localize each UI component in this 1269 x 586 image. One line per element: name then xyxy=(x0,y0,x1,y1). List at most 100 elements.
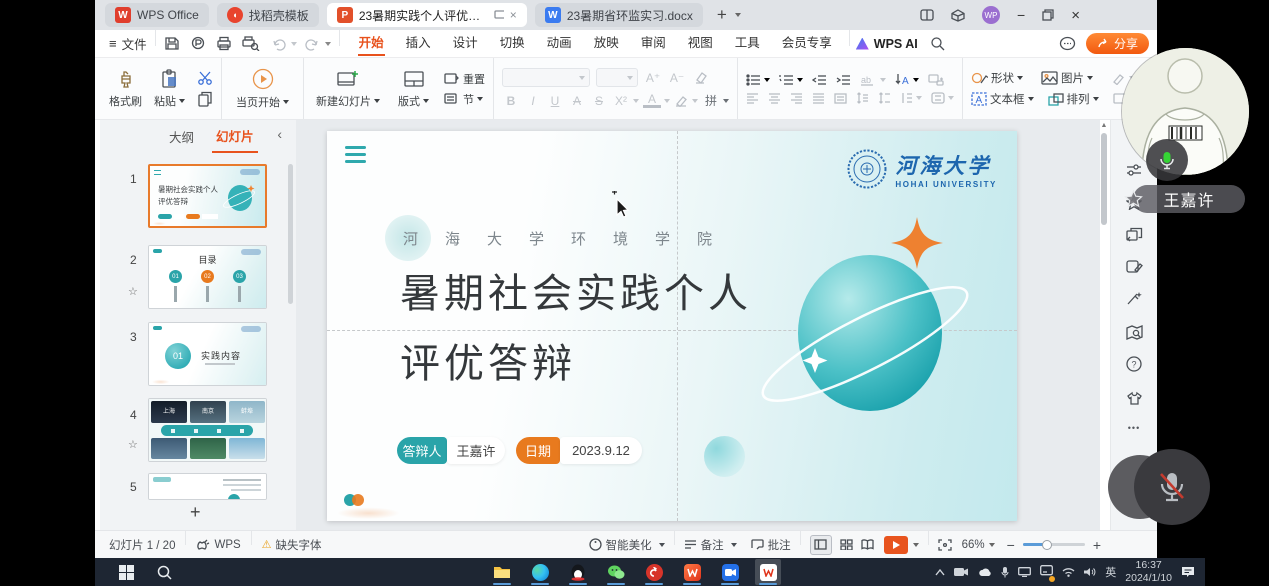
tab-presentation-active[interactable]: P 23暑期实践个人评优答辩.pptx × xyxy=(327,3,527,27)
chat-assistant-icon[interactable] xyxy=(1059,36,1076,51)
action-center-icon[interactable] xyxy=(1181,566,1195,578)
strike-a-button[interactable]: A xyxy=(568,94,586,108)
tray-expand-icon[interactable] xyxy=(935,569,945,576)
tray-microphone-icon[interactable] xyxy=(1001,567,1009,578)
date-badge-label[interactable]: 日期 xyxy=(516,437,560,464)
taskbar-clock[interactable]: 16:37 2024/1/10 xyxy=(1125,559,1172,585)
presenter-badge-value[interactable]: 王嘉许 xyxy=(447,437,505,464)
increase-font-button[interactable]: A⁺ xyxy=(644,71,662,85)
tab-close-icon[interactable]: × xyxy=(510,8,517,22)
menu-item-insert[interactable]: 插入 xyxy=(395,30,442,57)
menu-item-animation[interactable]: 动画 xyxy=(536,30,583,57)
taskbar-search-button[interactable] xyxy=(151,559,177,585)
convert-smartart-icon[interactable] xyxy=(928,73,944,86)
properties-sliders-icon[interactable] xyxy=(1124,160,1144,180)
restore-button[interactable] xyxy=(1042,9,1054,21)
strikethrough-button[interactable]: S xyxy=(590,94,608,108)
tray-cloud-icon[interactable] xyxy=(978,568,992,577)
scrollbar-thumb[interactable] xyxy=(1101,133,1107,225)
more-tools-icon[interactable]: ••• xyxy=(1124,418,1144,438)
workspace-cube-icon[interactable] xyxy=(951,9,965,22)
cut-icon[interactable] xyxy=(197,70,215,85)
menu-item-member[interactable]: 会员专享 xyxy=(771,30,843,57)
taskbar-edge-icon[interactable] xyxy=(527,559,553,585)
wps-skin-button[interactable]: WPS xyxy=(196,538,240,551)
menu-item-tools[interactable]: 工具 xyxy=(724,30,771,57)
align-objects-button[interactable] xyxy=(931,92,954,104)
slide-sorter-view-button[interactable] xyxy=(840,539,853,550)
slide-thumbnail-1[interactable]: 暑期社会实践个人 评优答辩 xyxy=(148,164,267,228)
line-spacing-tight-icon[interactable] xyxy=(856,92,869,104)
textbox-button[interactable]: A文本框 xyxy=(971,91,1034,107)
close-window-button[interactable]: × xyxy=(1071,7,1080,24)
play-from-current-button[interactable]: 当页开始 xyxy=(222,58,303,119)
format-painter-button[interactable]: 格式刷 xyxy=(103,58,148,119)
clear-format-icon[interactable] xyxy=(692,71,708,84)
search-icon[interactable] xyxy=(930,36,945,51)
help-icon[interactable]: ? xyxy=(1124,354,1144,374)
shapes-button[interactable]: 形状 xyxy=(971,70,1023,86)
slide-star-icon[interactable]: ☆ xyxy=(128,285,138,298)
slide-star-icon[interactable]: ☆ xyxy=(128,438,138,451)
bold-button[interactable]: B xyxy=(502,94,520,108)
text-direction-button[interactable]: ab xyxy=(860,74,886,86)
font-size-select[interactable] xyxy=(596,68,638,87)
zoom-out-button[interactable]: − xyxy=(1007,537,1015,553)
highlight-button[interactable] xyxy=(674,94,698,107)
copy-icon[interactable] xyxy=(197,91,215,107)
tray-security-icon[interactable] xyxy=(1040,563,1053,581)
font-family-select[interactable] xyxy=(502,68,590,87)
redo-icon[interactable] xyxy=(303,37,319,51)
distribute-icon[interactable] xyxy=(834,93,847,104)
taskbar-wps-active-icon[interactable] xyxy=(755,559,781,585)
tab-slides[interactable]: 幻灯片 xyxy=(212,120,258,153)
normal-view-button[interactable] xyxy=(810,535,832,555)
collapse-panel-icon[interactable]: ‹ xyxy=(277,126,282,142)
self-mic-muted-button[interactable] xyxy=(1134,449,1210,525)
font-color-button[interactable]: A xyxy=(643,94,670,108)
paste-button[interactable]: 粘贴 xyxy=(148,58,191,119)
add-slide-button[interactable]: + xyxy=(190,502,201,523)
reading-view-button[interactable] xyxy=(861,539,874,550)
taskbar-file-explorer-icon[interactable] xyxy=(489,559,515,585)
zoom-in-button[interactable]: + xyxy=(1093,537,1101,553)
new-tab-button[interactable]: + xyxy=(717,5,727,25)
map-navigate-icon[interactable] xyxy=(1124,322,1144,342)
undo-icon[interactable] xyxy=(272,37,288,51)
menu-item-transition[interactable]: 切换 xyxy=(489,30,536,57)
wps-ai-button[interactable]: WPS AI xyxy=(856,37,918,51)
slide-thumbnail-4[interactable]: 上海 南京 蚌埠 xyxy=(148,398,267,462)
tab-docer[interactable]: ◖ 找稻壳模板 xyxy=(217,3,319,27)
scroll-up-icon[interactable]: ▲ xyxy=(1099,122,1109,129)
picture-button[interactable]: 图片 xyxy=(1041,70,1093,86)
canvas-scrollbar[interactable]: ▲ xyxy=(1099,122,1109,528)
notes-button[interactable]: 备注 xyxy=(684,537,737,553)
superscript-button[interactable]: X² xyxy=(612,94,639,108)
underline-button[interactable]: U xyxy=(546,94,564,108)
tray-display-icon[interactable] xyxy=(1018,567,1031,577)
sidebar-scrollbar[interactable] xyxy=(288,164,293,304)
reset-button[interactable]: 重置 xyxy=(443,71,485,87)
share-button[interactable]: 分享 xyxy=(1086,33,1149,54)
section-button[interactable]: 节 xyxy=(443,91,485,107)
menu-item-design[interactable]: 设计 xyxy=(442,30,489,57)
menu-item-view[interactable]: 视图 xyxy=(677,30,724,57)
save-icon[interactable] xyxy=(164,36,180,51)
account-avatar[interactable]: WP xyxy=(982,6,1000,24)
slide-title-line1[interactable]: 暑期社会实践个人 xyxy=(400,261,752,319)
slide-thumbnail-5[interactable] xyxy=(148,473,267,500)
slide-title-line2[interactable]: 评优答辩 xyxy=(400,331,576,389)
bullet-list-button[interactable] xyxy=(746,74,770,86)
menu-item-home[interactable]: 开始 xyxy=(348,30,395,57)
pinyin-button[interactable]: 拼 xyxy=(702,92,729,109)
taskbar-meeting-icon[interactable] xyxy=(717,559,743,585)
tray-wifi-icon[interactable] xyxy=(1062,567,1075,577)
decrease-indent-icon[interactable] xyxy=(812,74,827,86)
split-view-icon[interactable] xyxy=(920,9,934,21)
missing-font-warning[interactable]: ⚠ 缺失字体 xyxy=(262,537,322,553)
slide-thumbnail-3[interactable]: 01 实践内容 xyxy=(148,322,267,386)
align-center-icon[interactable] xyxy=(768,93,781,104)
tray-camera-icon[interactable] xyxy=(954,567,969,577)
arrange-button[interactable]: 排列 xyxy=(1048,91,1099,107)
play-options-chevron-icon[interactable] xyxy=(913,543,919,547)
